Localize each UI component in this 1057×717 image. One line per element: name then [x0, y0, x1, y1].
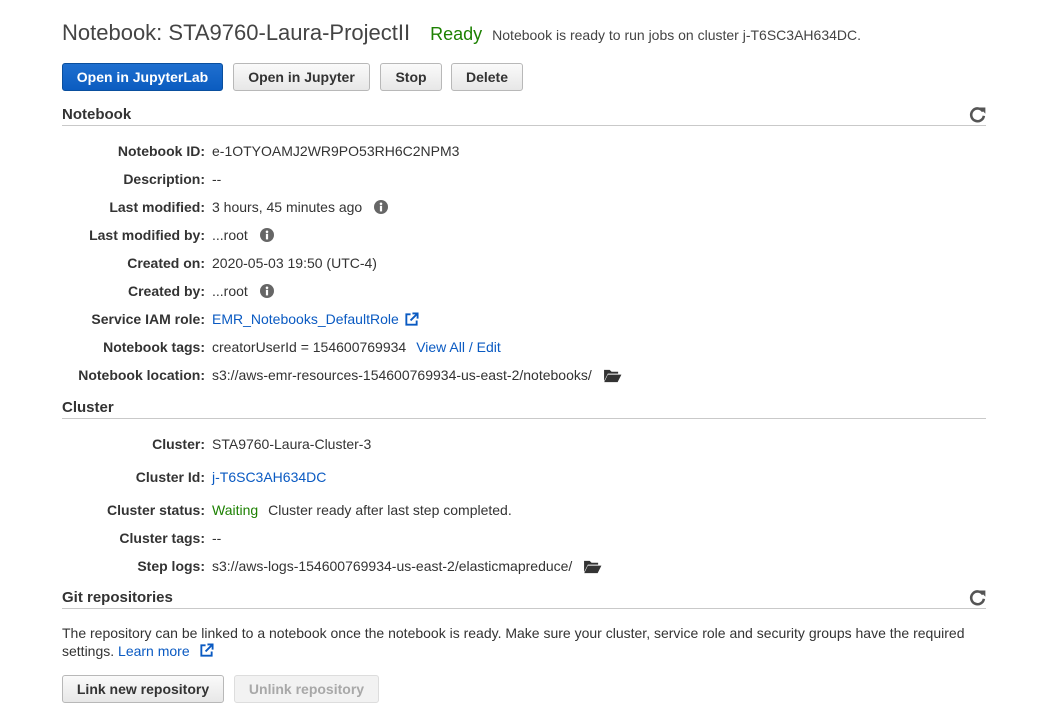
cluster-section-header: Cluster — [62, 397, 986, 419]
description-value: -- — [212, 171, 222, 187]
description-label: Description: — [123, 171, 205, 187]
page-title: Notebook: STA9760-Laura-ProjectII — [62, 20, 411, 45]
cluster-section-title: Cluster — [62, 399, 114, 416]
git-section-header: Git repositories — [62, 587, 986, 609]
cluster-id-link[interactable]: j-T6SC3AH634DC — [212, 469, 326, 485]
service-iam-role-cell: EMR_Notebooks_DefaultRole — [212, 311, 419, 327]
cluster-tags-value: -- — [212, 530, 222, 546]
cluster-tags-label: Cluster tags: — [119, 530, 205, 546]
created-by-cell: ...root — [212, 283, 274, 299]
notebook-tags-value: creatorUserId = 154600769934 — [212, 339, 407, 355]
delete-button[interactable]: Delete — [451, 63, 523, 91]
notebook-section-title: Notebook — [62, 106, 132, 123]
notebook-tags-cell: creatorUserId = 154600769934 View All / … — [212, 339, 501, 355]
step-logs-label: Step logs: — [137, 558, 205, 574]
external-link-icon[interactable] — [199, 643, 214, 658]
cluster-status-value: Waiting — [212, 502, 259, 518]
cluster-id-label: Cluster Id: — [135, 469, 205, 485]
git-description-block: The repository can be linked to a notebo… — [62, 624, 992, 660]
git-description: The repository can be linked to a notebo… — [62, 625, 965, 659]
notebook-location-cell: s3://aws-emr-resources-154600769934-us-e… — [212, 367, 622, 383]
open-in-jupyterlab-button[interactable]: Open in JupyterLab — [62, 63, 223, 91]
status-message: Notebook is ready to run jobs on cluster… — [492, 27, 861, 43]
link-new-repository-button[interactable]: Link new repository — [62, 675, 224, 703]
created-by-value: ...root — [212, 283, 248, 299]
git-section-title: Git repositories — [62, 589, 173, 606]
description-row: Description: -- — [0, 169, 1000, 189]
external-link-icon[interactable] — [404, 311, 419, 327]
created-on-label: Created on: — [127, 255, 205, 271]
created-by-row: Created by: ...root — [0, 281, 1000, 301]
service-iam-role-label: Service IAM role: — [91, 311, 205, 327]
cluster-status-message: Cluster ready after last step completed. — [268, 502, 512, 518]
cluster-name-label: Cluster: — [152, 436, 205, 452]
notebook-section-header: Notebook — [62, 104, 986, 126]
step-logs-row: Step logs: s3://aws-logs-154600769934-us… — [0, 556, 1000, 576]
service-iam-role-row: Service IAM role: EMR_Notebooks_DefaultR… — [0, 309, 1000, 329]
notebook-tags-label: Notebook tags: — [103, 339, 205, 355]
last-modified-by-row: Last modified by: ...root — [0, 225, 1000, 245]
created-on-value: 2020-05-03 19:50 (UTC-4) — [212, 255, 377, 271]
last-modified-row: Last modified: 3 hours, 45 minutes ago — [0, 197, 1000, 217]
unlink-repository-button[interactable]: Unlink repository — [234, 675, 379, 703]
notebook-tags-row: Notebook tags: creatorUserId = 154600769… — [0, 337, 1000, 357]
last-modified-label: Last modified: — [109, 199, 205, 215]
notebook-id-row: Notebook ID: e-1OTYOAMJ2WR9PO53RH6C2NPM3 — [0, 141, 1000, 161]
cluster-id-cell: j-T6SC3AH634DC — [212, 469, 326, 485]
cluster-status-row: Cluster status: Waiting Cluster ready af… — [0, 500, 1000, 520]
cluster-status-cell: Waiting Cluster ready after last step co… — [212, 502, 512, 518]
notebook-location-row: Notebook location: s3://aws-emr-resource… — [0, 365, 1000, 385]
view-all-edit-tags-link[interactable]: View All / Edit — [416, 339, 501, 355]
cluster-tags-row: Cluster tags: -- — [0, 528, 1000, 548]
folder-open-icon[interactable] — [603, 368, 622, 383]
created-on-row: Created on: 2020-05-03 19:50 (UTC-4) — [0, 253, 1000, 273]
cluster-name-row: Cluster: STA9760-Laura-Cluster-3 — [0, 434, 1000, 454]
last-modified-by-label: Last modified by: — [89, 227, 205, 243]
cluster-id-row: Cluster Id: j-T6SC3AH634DC — [0, 467, 1000, 487]
open-in-jupyter-button[interactable]: Open in Jupyter — [233, 63, 370, 91]
title-row: Notebook: STA9760-Laura-ProjectII Ready … — [62, 20, 861, 46]
last-modified-by-cell: ...root — [212, 227, 274, 243]
step-logs-value: s3://aws-logs-154600769934-us-east-2/ela… — [212, 558, 573, 574]
last-modified-cell: 3 hours, 45 minutes ago — [212, 199, 389, 215]
info-icon[interactable] — [259, 284, 274, 298]
notebook-id-label: Notebook ID: — [117, 143, 205, 159]
cluster-name-value: STA9760-Laura-Cluster-3 — [212, 436, 372, 452]
info-icon[interactable] — [374, 200, 389, 214]
stop-button[interactable]: Stop — [380, 63, 442, 91]
notebook-details-page: Notebook: STA9760-Laura-ProjectII Ready … — [0, 0, 1057, 717]
last-modified-value: 3 hours, 45 minutes ago — [212, 199, 363, 215]
status-ready: Ready — [430, 24, 483, 44]
cluster-status-label: Cluster status: — [106, 502, 205, 518]
refresh-icon[interactable] — [969, 589, 986, 606]
step-logs-cell: s3://aws-logs-154600769934-us-east-2/ela… — [212, 558, 602, 574]
notebook-location-value: s3://aws-emr-resources-154600769934-us-e… — [212, 367, 592, 383]
info-icon[interactable] — [259, 228, 274, 242]
notebook-id-value: e-1OTYOAMJ2WR9PO53RH6C2NPM3 — [212, 143, 460, 159]
service-iam-role-link[interactable]: EMR_Notebooks_DefaultRole — [212, 311, 399, 327]
learn-more-link[interactable]: Learn more — [118, 643, 190, 659]
refresh-icon[interactable] — [969, 106, 986, 123]
created-by-label: Created by: — [127, 283, 205, 299]
last-modified-by-value: ...root — [212, 227, 248, 243]
notebook-location-label: Notebook location: — [78, 367, 205, 383]
folder-open-icon[interactable] — [583, 559, 602, 574]
